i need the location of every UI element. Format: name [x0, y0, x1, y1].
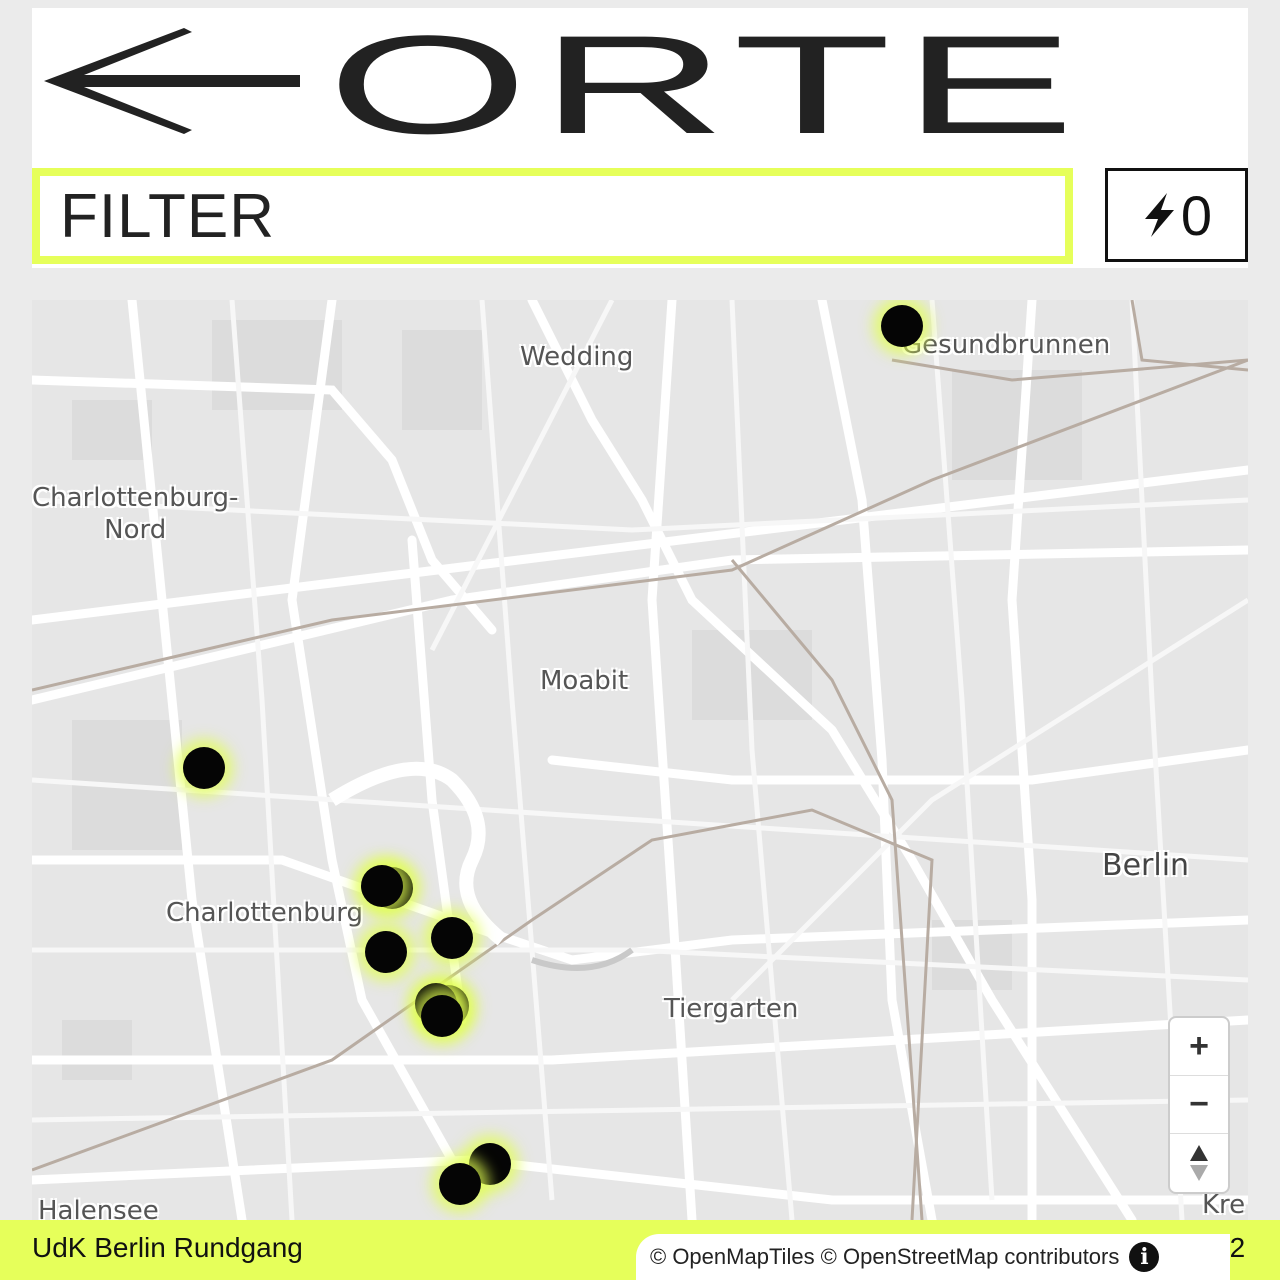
map-marker[interactable] [881, 305, 923, 347]
map-marker[interactable] [183, 747, 225, 789]
label-tiergarten: Tiergarten [664, 994, 799, 1024]
label-moabit: Moabit [540, 666, 629, 696]
map-marker[interactable] [431, 917, 473, 959]
label-halensee: Halensee [38, 1196, 159, 1220]
title-row: ORTE [32, 8, 1248, 168]
compass-button[interactable] [1170, 1134, 1228, 1192]
label-berlin: Berlin [1102, 848, 1190, 883]
footer-title: UdK Berlin Rundgang [32, 1232, 303, 1263]
label-gesundbrunnen: Gesundbrunnen [902, 330, 1111, 360]
label-wedding: Wedding [520, 342, 634, 372]
map-marker[interactable] [361, 865, 403, 907]
filter-label: FILTER [60, 181, 275, 251]
header: ORTE FILTER 0 [32, 8, 1248, 268]
arrow-left-icon[interactable] [44, 28, 302, 134]
map-marker[interactable] [421, 995, 463, 1037]
footer: UdK Berlin Rundgang 22 © OpenMapTiles © … [0, 1220, 1280, 1280]
bookmark-counter[interactable]: 0 [1105, 168, 1248, 262]
label-charlottenburg-nord: Charlottenburg- Nord [32, 483, 239, 545]
counter-value: 0 [1180, 183, 1213, 247]
compass-icon [1190, 1145, 1208, 1181]
map[interactable]: Wedding Gesundbrunnen Charlottenburg- No… [32, 300, 1248, 1220]
zoom-out-button[interactable]: − [1170, 1076, 1228, 1134]
info-icon[interactable]: i [1129, 1242, 1160, 1272]
zoom-control: + − [1168, 1016, 1230, 1194]
lightning-bolt-icon [1144, 193, 1174, 237]
filter-button[interactable]: FILTER [32, 168, 1073, 264]
map-marker[interactable] [439, 1163, 481, 1205]
label-charlottenburg: Charlottenburg [166, 898, 363, 928]
zoom-in-button[interactable]: + [1170, 1018, 1228, 1076]
map-attribution: © OpenMapTiles © OpenStreetMap contribut… [636, 1234, 1230, 1280]
map-marker[interactable] [365, 931, 407, 973]
label-kreuzberg: Kre [1202, 1190, 1246, 1220]
attribution-text[interactable]: © OpenMapTiles © OpenStreetMap contribut… [650, 1244, 1119, 1270]
page-title: ORTE [327, 6, 1087, 163]
